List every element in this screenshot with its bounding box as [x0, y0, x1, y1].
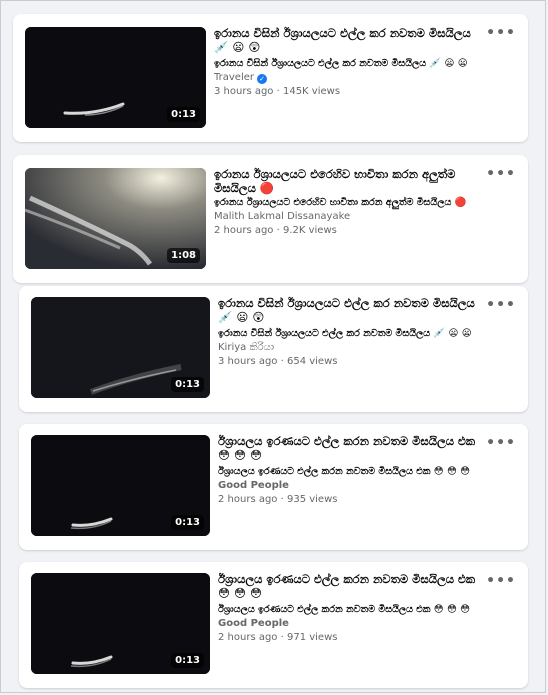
channel-name[interactable]: Good People: [218, 479, 488, 492]
channel-name[interactable]: Malith Lakmal Dissanayake: [214, 210, 484, 223]
video-thumbnail[interactable]: 0:13: [31, 297, 210, 398]
more-options-button[interactable]: •••: [486, 26, 516, 40]
video-card[interactable]: 0:13 ඉරානය විසින් ඊශ්‍රායලයට එල්ල කර නවත…: [19, 286, 528, 412]
video-subtitle: ඉරානය විසින් ඊශ්‍රායලයට එල්ල කර නවතම මිස…: [214, 58, 468, 69]
video-subtitle: ඊශ්‍රායලය ඉරණයට එල්ල කරන නවතම මිසයිලය එක…: [218, 466, 471, 477]
more-options-button[interactable]: •••: [486, 574, 516, 588]
video-duration: 0:13: [171, 377, 204, 392]
video-card[interactable]: 1:08 ඉරානය ඊශ්‍රායලයට එරෙහිව භාවිතා කරන …: [13, 155, 528, 283]
video-subtitle: ඊශ්‍රායලය ඉරණයට එල්ල කරන නවතම මිසයිලය එක…: [218, 604, 471, 615]
video-duration: 0:13: [171, 515, 204, 530]
channel-name[interactable]: Kiriya කිරියා: [218, 341, 488, 354]
video-card[interactable]: 0:13 ඊශ්‍රායලය ඉරණයට එල්ල කරන නවතම මිසයි…: [19, 562, 528, 688]
channel-name[interactable]: Traveler: [214, 72, 254, 83]
video-meta: 3 hours ago · 145K views: [214, 86, 341, 97]
video-title[interactable]: ඉරානය ඊශ්‍රායලයට එරෙහිව භාවිතා කරන අලුත්…: [214, 167, 484, 195]
video-meta: 2 hours ago · 935 views: [218, 494, 338, 505]
video-subtitle: ඉරානය විසින් ඊශ්‍රායලයට එල්ල කර නවතම මිස…: [218, 328, 472, 339]
video-thumbnail[interactable]: 1:08: [25, 168, 206, 269]
video-title[interactable]: ඉරානය විසින් ඊශ්‍රායලයට එල්ල කර නවතම මිස…: [214, 26, 484, 54]
more-options-button[interactable]: •••: [486, 436, 516, 450]
video-title[interactable]: ඊශ්‍රායලය ඉරණයට එල්ල කරන නවතම මිසයිලය එක…: [218, 434, 488, 462]
video-card[interactable]: 0:13 ඉරානය විසින් ඊශ්‍රායලයට එල්ල කර නවත…: [13, 14, 528, 142]
video-title[interactable]: ඉරානය විසින් ඊශ්‍රායලයට එල්ල කර නවතම මිස…: [218, 296, 488, 324]
more-options-button[interactable]: •••: [486, 167, 516, 181]
more-options-button[interactable]: •••: [486, 298, 516, 312]
video-title[interactable]: ඊශ්‍රායලය ඉරණයට එල්ල කරන නවතම මිසයිලය එක…: [218, 572, 488, 600]
video-meta: 2 hours ago · 971 views: [218, 632, 338, 643]
video-subtitle: ඉරානය ඊශ්‍රායලයට එරෙහිව භාවිතා කරන අලුත්…: [214, 197, 467, 208]
video-duration: 0:13: [171, 653, 204, 668]
channel-name-row[interactable]: Traveler ✓: [214, 71, 484, 84]
video-duration: 1:08: [167, 248, 200, 263]
video-card[interactable]: 0:13 ඊශ්‍රායලය ඉරණයට එල්ල කරන නවතම මිසයි…: [19, 424, 528, 550]
video-thumbnail[interactable]: 0:13: [31, 573, 210, 674]
video-thumbnail[interactable]: 0:13: [25, 27, 206, 128]
verified-badge-icon: ✓: [257, 74, 267, 84]
channel-name[interactable]: Good People: [218, 617, 488, 630]
video-meta: 2 hours ago · 9.2K views: [214, 225, 337, 236]
video-meta: 3 hours ago · 654 views: [218, 356, 338, 367]
video-duration: 0:13: [167, 107, 200, 122]
video-thumbnail[interactable]: 0:13: [31, 435, 210, 536]
